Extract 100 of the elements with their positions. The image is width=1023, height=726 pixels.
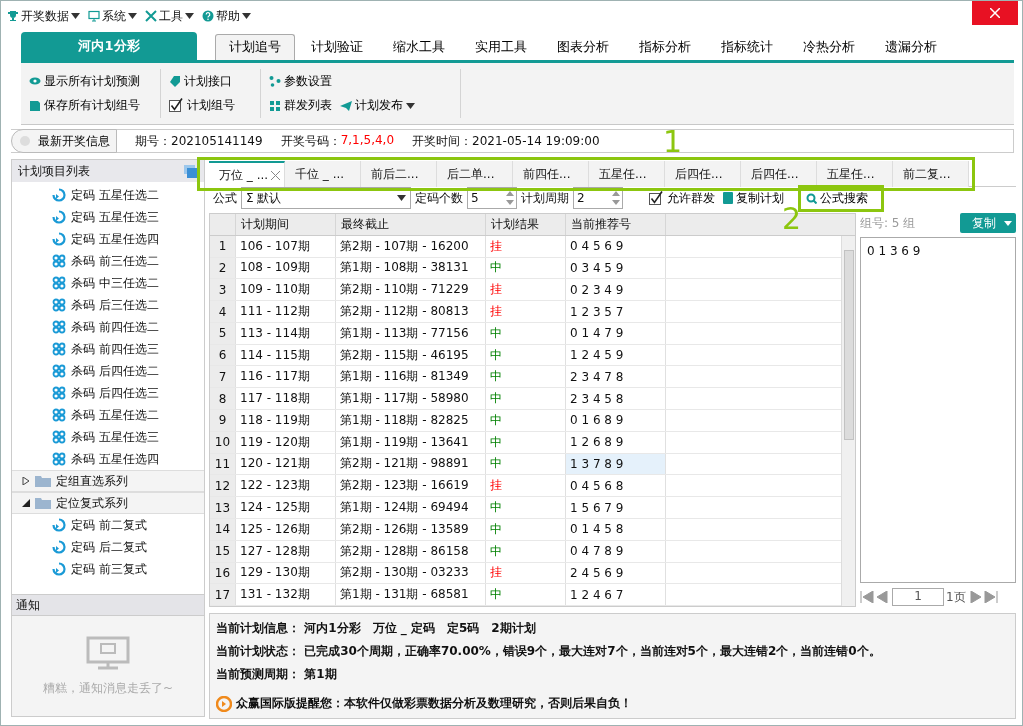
tree-item[interactable]: 定码 前三复式	[12, 558, 204, 580]
formula-dropdown[interactable]: Σ 默认	[241, 187, 411, 209]
tree-item[interactable]: 定码 前二复式	[12, 514, 204, 536]
menu-item[interactable]: 系统	[88, 7, 137, 25]
caret-icon	[71, 13, 80, 19]
tree-item[interactable]: 杀码 前三任选二	[12, 250, 204, 272]
table-cell: 127 - 128期	[236, 540, 336, 562]
tree-item[interactable]: 杀码 后四任选三	[12, 382, 204, 404]
table-cell[interactable]: 0 1 4 5 8	[566, 518, 666, 540]
menu-item[interactable]: 工具	[145, 7, 194, 25]
tree-item[interactable]: 杀码 五星任选二	[12, 404, 204, 426]
tree-item[interactable]: 定码 五星任选四	[12, 228, 204, 250]
plan-tab[interactable]: 万位 _ ...	[209, 161, 285, 187]
plan-tab[interactable]: 五星任...	[589, 161, 665, 187]
toolbar-button[interactable]: 计划组号	[169, 97, 235, 115]
table-cell[interactable]: 0 3 4 5 9	[566, 257, 666, 279]
tab[interactable]: 冷热分析	[789, 34, 869, 60]
plan-tab[interactable]: 前四任...	[513, 161, 589, 187]
prev-page-icon[interactable]	[860, 591, 890, 603]
result-cell: 中	[486, 257, 566, 279]
table-cell[interactable]: 2 3 4 5 8	[566, 388, 666, 410]
expand-icon[interactable]	[22, 477, 30, 485]
table-cell[interactable]: 1 2 3 5 7	[566, 301, 666, 322]
numbers-textarea[interactable]: 0 1 3 6 9	[860, 237, 1016, 583]
page-field[interactable]: 1	[892, 588, 944, 606]
collapse-icon[interactable]	[22, 499, 30, 507]
next-page-icon[interactable]	[967, 591, 998, 603]
table-cell[interactable]: 1 2 4 6 7	[566, 584, 666, 606]
tab[interactable]: 缩水工具	[379, 34, 459, 60]
tree-item[interactable]: 杀码 前四任选二	[12, 316, 204, 338]
table-cell: 第1期 - 113期 - 77156	[336, 322, 486, 344]
table-cell: 第1期 - 117期 - 58980	[336, 388, 486, 410]
tree-item[interactable]: 定码 五星任选二	[12, 184, 204, 206]
tab[interactable]: 计划追号	[215, 34, 295, 60]
table-cell[interactable]: 1 2 6 8 9	[566, 431, 666, 453]
plan-tab[interactable]: 前后二...	[361, 161, 437, 187]
nodes-icon	[269, 75, 281, 88]
table-cell[interactable]: 2 3 4 7 8	[566, 366, 666, 388]
tag-icon	[169, 75, 181, 88]
table-cell[interactable]: 1 5 6 7 9	[566, 497, 666, 518]
tab[interactable]: 实用工具	[461, 34, 541, 60]
allow-group-checkbox[interactable]: 允许群发	[647, 189, 717, 207]
checkbox[interactable]	[649, 190, 664, 206]
close-button[interactable]	[972, 1, 1018, 25]
plan-tab[interactable]: 后四任...	[741, 161, 817, 187]
plan-tab[interactable]: 后二单...	[437, 161, 513, 187]
tree-group[interactable]: 定组直选系列	[12, 470, 204, 492]
menu-item[interactable]: 帮助	[202, 7, 251, 25]
close-icon[interactable]	[271, 170, 280, 180]
row-number: 9	[210, 410, 236, 431]
toolbar-button[interactable]: 群发列表	[269, 97, 332, 115]
table-cell[interactable]: 1 3 7 8 9	[566, 453, 666, 475]
table-cell: 120 - 121期	[236, 453, 336, 475]
count-spinner[interactable]: 5	[467, 187, 517, 209]
table-cell[interactable]: 0 1 6 8 9	[566, 410, 666, 431]
table-cell[interactable]: 0 1 4 7 9	[566, 322, 666, 344]
plan-tab[interactable]: 前二复...	[893, 161, 969, 187]
tree-group[interactable]: 定位复式系列	[12, 492, 204, 514]
scrollbar[interactable]	[841, 236, 855, 606]
knot-icon	[52, 364, 66, 378]
tree-item[interactable]: 杀码 后三任选二	[12, 294, 204, 316]
toolbar-button[interactable]: 保存所有计划组号	[29, 97, 140, 115]
tab[interactable]: 指标分析	[625, 34, 705, 60]
table-cell[interactable]: 0 4 7 8 9	[566, 540, 666, 562]
row-number: 6	[210, 344, 236, 366]
tree-item[interactable]: 杀码 后四任选二	[12, 360, 204, 382]
tab[interactable]: 遗漏分析	[871, 34, 951, 60]
period-spinner[interactable]: 2	[573, 187, 623, 209]
tree-item[interactable]: 定码 后二复式	[12, 536, 204, 558]
checkbox[interactable]	[169, 98, 184, 114]
table-cell[interactable]: 2 4 5 6 9	[566, 562, 666, 584]
table-cell: 第2期 - 123期 - 16619	[336, 475, 486, 497]
toolbar-button[interactable]: 计划接口	[169, 72, 232, 90]
tree-item[interactable]: 杀码 前四任选三	[12, 338, 204, 360]
table-cell: 116 - 117期	[236, 366, 336, 388]
tree-item[interactable]: 杀码 五星任选三	[12, 426, 204, 448]
table-cell[interactable]: 0 4 5 6 9	[566, 235, 666, 257]
menu-item[interactable]: 开奖数据	[7, 7, 80, 25]
plan-tab[interactable]: 后四任...	[665, 161, 741, 187]
table-cell[interactable]: 0 4 5 6 8	[566, 475, 666, 497]
table-cell[interactable]: 1 2 4 5 9	[566, 344, 666, 366]
table-cell[interactable]: 0 2 3 4 9	[566, 279, 666, 301]
tree-item[interactable]: 杀码 中三任选二	[12, 272, 204, 294]
knot-icon	[52, 298, 66, 312]
windows-icon[interactable]	[184, 164, 198, 178]
plan-tab[interactable]: 千位 _ ...	[285, 161, 361, 187]
plan-tab[interactable]: 五星任...	[817, 161, 893, 187]
notice-header: 通知	[12, 594, 204, 616]
empty-notice-text: 糟糕，通知消息走丢了~	[42, 679, 174, 697]
refresh-icon	[52, 210, 66, 224]
tree-item[interactable]: 定码 五星任选三	[12, 206, 204, 228]
toolbar-button[interactable]: 参数设置	[269, 72, 332, 90]
tab[interactable]: 计划验证	[297, 34, 377, 60]
tab[interactable]: 图表分析	[543, 34, 623, 60]
formula-search-button[interactable]: 公式搜索	[804, 189, 870, 207]
toolbar-button[interactable]: 计划发布	[340, 97, 415, 115]
toolbar-button[interactable]: 显示所有计划预测	[29, 72, 140, 90]
tab[interactable]: 指标统计	[707, 34, 787, 60]
tree-item[interactable]: 杀码 五星任选四	[12, 448, 204, 470]
latest-draw-button[interactable]: 最新开奖信息	[11, 129, 117, 153]
